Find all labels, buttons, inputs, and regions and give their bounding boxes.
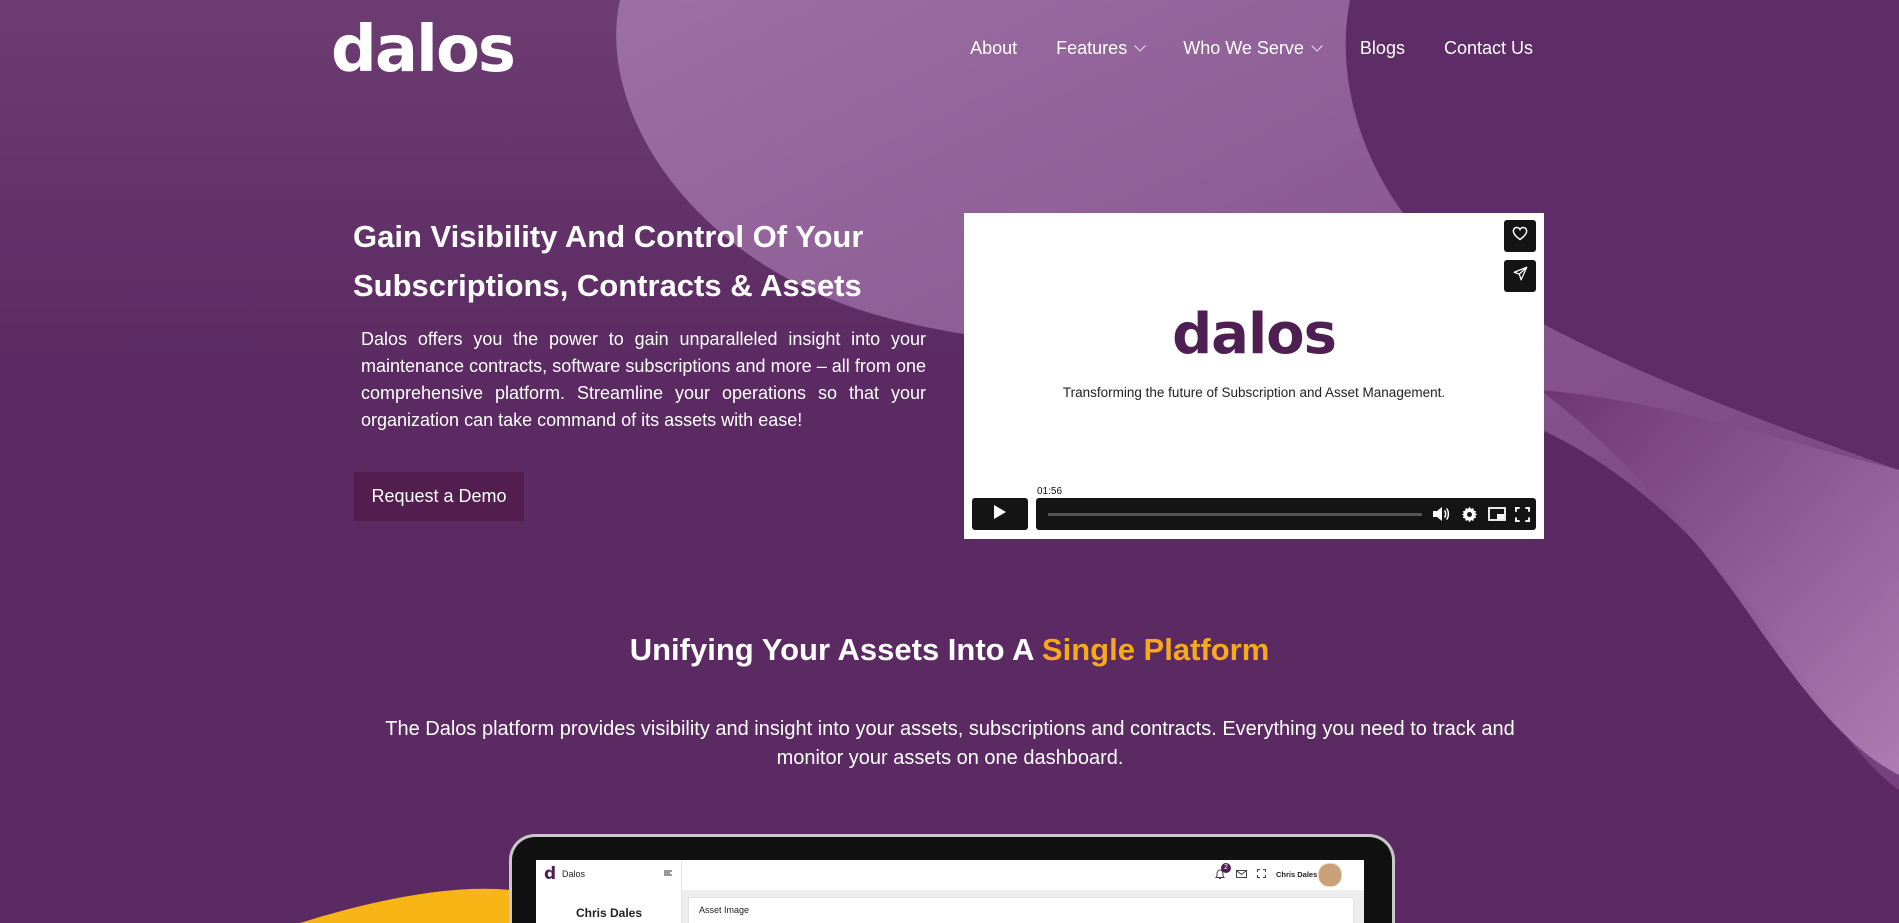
volume-icon[interactable] bbox=[1431, 504, 1451, 524]
topbar-user-name[interactable]: Chris Dales bbox=[1276, 870, 1317, 879]
nav-item-about[interactable]: About bbox=[970, 38, 1017, 59]
like-button[interactable] bbox=[1504, 220, 1536, 252]
dashboard-screen: d Dalos Chris Dales 2 Chris Dales Asset … bbox=[536, 860, 1364, 923]
video-logo: dalos bbox=[1172, 302, 1337, 367]
pip-icon[interactable] bbox=[1487, 504, 1507, 524]
request-demo-button[interactable]: Request a Demo bbox=[354, 472, 524, 521]
nav-label: Contact Us bbox=[1443, 38, 1533, 58]
nav-item-contact-us[interactable]: Contact Us bbox=[1444, 38, 1533, 59]
background-shapes bbox=[0, 0, 1899, 923]
mail-icon[interactable] bbox=[1236, 870, 1247, 880]
send-icon bbox=[1513, 266, 1528, 286]
hero-title-line2: Subscriptions, Contracts & Assets bbox=[353, 268, 862, 303]
app-logo-icon: d bbox=[544, 864, 557, 884]
platform-title-text: Unifying Your Assets Into A bbox=[629, 632, 1042, 667]
nav-label: Features bbox=[1056, 38, 1128, 58]
play-icon bbox=[993, 504, 1007, 525]
chevron-down-icon bbox=[1134, 40, 1146, 52]
nav-item-features[interactable]: Features bbox=[1056, 38, 1146, 59]
nav-label: Who We Serve bbox=[1183, 38, 1304, 58]
video-controls bbox=[1036, 498, 1536, 530]
progress-track[interactable] bbox=[1048, 513, 1422, 516]
app-topbar: 2 Chris Dales bbox=[682, 860, 1364, 890]
share-button[interactable] bbox=[1504, 260, 1536, 292]
hero-section: Gain Visibility And Control Of Your Subs… bbox=[353, 212, 928, 434]
settings-icon[interactable] bbox=[1459, 504, 1479, 524]
card-title: Asset Image bbox=[699, 905, 750, 915]
hero-title-line1: Gain Visibility And Control Of Your bbox=[353, 219, 864, 254]
nav-label: About bbox=[970, 38, 1018, 58]
menu-icon[interactable] bbox=[664, 868, 672, 878]
chevron-down-icon bbox=[1311, 40, 1323, 52]
video-duration: 01:56 bbox=[1034, 485, 1066, 499]
main-nav: About Features Who We Serve Blogs Contac… bbox=[970, 38, 1533, 59]
video-tagline: Transforming the future of Subscription … bbox=[1062, 385, 1446, 400]
video-player[interactable]: dalos Transforming the future of Subscri… bbox=[964, 213, 1544, 539]
asset-image-card: Asset Image bbox=[688, 897, 1354, 923]
play-button[interactable] bbox=[972, 498, 1028, 530]
heart-icon bbox=[1512, 226, 1528, 246]
site-logo[interactable]: dalos bbox=[331, 12, 516, 88]
platform-description: The Dalos platform provides visibility a… bbox=[385, 718, 1515, 769]
dashboard-preview-laptop: d Dalos Chris Dales 2 Chris Dales Asset … bbox=[509, 834, 1395, 923]
notification-badge: 2 bbox=[1221, 863, 1231, 873]
nav-label: Blogs bbox=[1359, 38, 1405, 58]
app-sidebar: d Dalos Chris Dales bbox=[536, 860, 682, 923]
nav-item-who-we-serve[interactable]: Who We Serve bbox=[1183, 38, 1323, 59]
site-header: dalos About Features Who We Serve Blogs … bbox=[0, 0, 1899, 100]
app-name: Dalos bbox=[562, 869, 586, 879]
hero-title: Gain Visibility And Control Of Your Subs… bbox=[353, 212, 928, 310]
hero-description: Dalos offers you the power to gain unpar… bbox=[361, 329, 926, 430]
expand-icon[interactable] bbox=[1257, 869, 1266, 880]
sidebar-user-name: Chris Dales bbox=[576, 906, 643, 920]
avatar[interactable] bbox=[1318, 863, 1342, 887]
platform-title-highlight: Single Platform bbox=[1041, 632, 1270, 667]
platform-title: Unifying Your Assets Into A Single Platf… bbox=[0, 630, 1899, 670]
fullscreen-icon[interactable] bbox=[1512, 504, 1532, 524]
nav-item-blogs[interactable]: Blogs bbox=[1360, 38, 1405, 59]
